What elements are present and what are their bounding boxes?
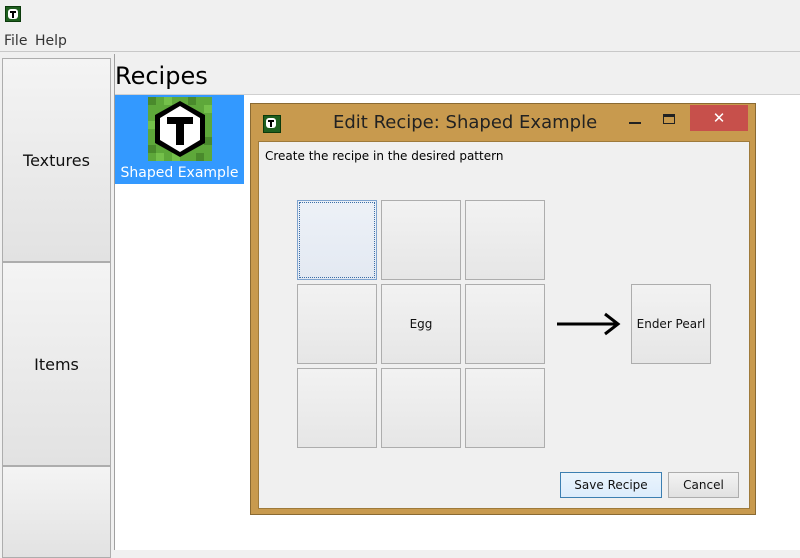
maximize-button[interactable]: [655, 108, 683, 130]
menu-file[interactable]: File: [4, 33, 27, 49]
result-slot[interactable]: Ender Pearl: [631, 284, 711, 364]
recipes-header: Recipes: [115, 54, 800, 95]
recipes-title: Recipes: [115, 62, 208, 90]
nav-textures-button[interactable]: Textures: [2, 58, 111, 262]
dialog-app-icon: [263, 115, 281, 133]
crafting-slot-4[interactable]: [297, 284, 377, 364]
dialog-titlebar[interactable]: Edit Recipe: Shaped Example ✕: [251, 104, 755, 140]
nav-items-button[interactable]: Items: [2, 262, 111, 466]
recipe-tile-label: Shaped Example: [120, 165, 239, 181]
crafting-slot-5[interactable]: Egg: [381, 284, 461, 364]
minimize-icon: [629, 122, 641, 124]
recipe-tile[interactable]: Shaped Example: [115, 95, 244, 184]
crafting-slot-7[interactable]: [297, 368, 377, 448]
cancel-button[interactable]: Cancel: [668, 472, 739, 498]
maximize-icon: [663, 114, 675, 124]
crafting-slot-9[interactable]: [465, 368, 545, 448]
crafting-slot-1[interactable]: [297, 200, 377, 280]
arrow-right-icon: [557, 312, 621, 336]
window-titlebar: [0, 0, 800, 30]
app-icon: [5, 6, 21, 22]
menu-bar: File Help: [0, 30, 800, 52]
dialog-content: Create the recipe in the desired pattern…: [258, 141, 750, 509]
menu-help[interactable]: Help: [35, 33, 67, 49]
dialog-title: Edit Recipe: Shaped Example: [333, 112, 598, 133]
crafting-slot-8[interactable]: [381, 368, 461, 448]
save-recipe-button[interactable]: Save Recipe: [560, 472, 662, 498]
t-logo-icon: [148, 97, 212, 161]
crafting-slot-6[interactable]: [465, 284, 545, 364]
close-icon: ✕: [712, 109, 726, 127]
instruction-text: Create the recipe in the desired pattern: [265, 149, 504, 163]
close-button[interactable]: ✕: [690, 105, 748, 131]
nav-recipes-button[interactable]: [2, 466, 111, 558]
edit-recipe-dialog: Edit Recipe: Shaped Example ✕ Create the…: [250, 103, 756, 515]
minimize-button[interactable]: [621, 108, 649, 130]
nav-textures-label: Textures: [23, 150, 90, 170]
nav-items-label: Items: [34, 354, 79, 374]
crafting-slot-2[interactable]: [381, 200, 461, 280]
crafting-slot-3[interactable]: [465, 200, 545, 280]
